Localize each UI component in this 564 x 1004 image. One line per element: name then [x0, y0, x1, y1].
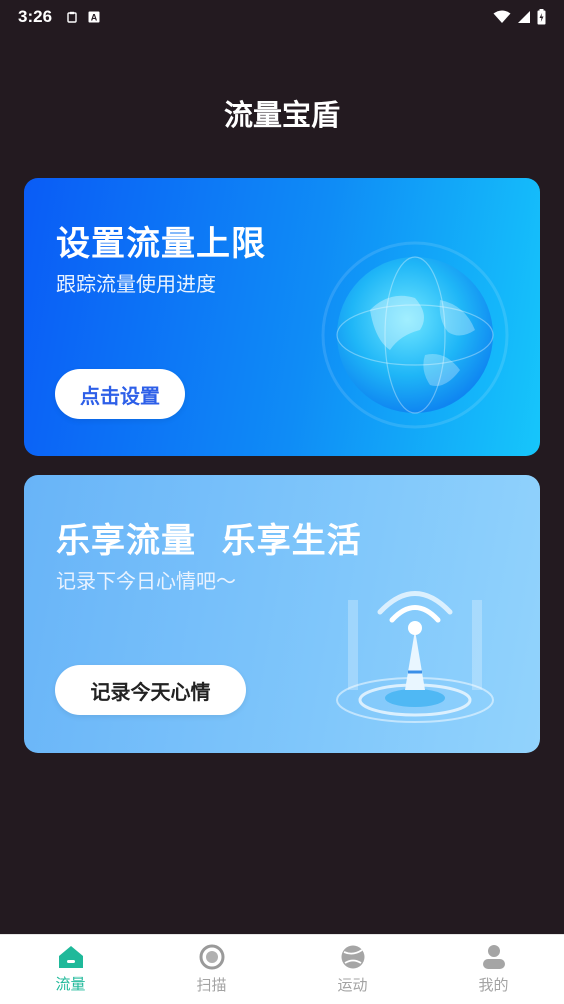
cell-signal-icon — [518, 11, 530, 23]
card-subtitle: 跟踪流量使用进度 — [56, 272, 216, 296]
tab-label: 我的 — [478, 976, 509, 994]
mood-card[interactable]: 乐享流量 乐享生活 记录下今日心情吧～ 记录今天心情 — [24, 475, 540, 753]
tab-sport[interactable]: 运动 — [282, 935, 423, 1004]
card-subtitle: 记录下今日心情吧～ — [56, 569, 236, 593]
tab-label: 扫描 — [196, 976, 227, 994]
card-title: 乐享流量 乐享生活 — [56, 521, 362, 561]
set-limit-card[interactable]: 设置流量上限 跟踪流量使用进度 点击设置 — [24, 178, 540, 456]
scan-icon — [199, 944, 224, 970]
wifi-icon — [493, 10, 511, 23]
card-title: 设置流量上限 — [56, 224, 266, 264]
battery-icon — [537, 9, 546, 25]
clipboard-icon — [67, 11, 77, 23]
status-time: 3:26 — [18, 7, 53, 26]
tab-label: 运动 — [337, 976, 368, 994]
person-icon — [482, 945, 505, 969]
globe-icon — [321, 241, 509, 429]
signal-tower-icon — [336, 591, 494, 723]
ball-icon — [341, 945, 364, 969]
a-box-icon: A — [88, 11, 100, 23]
tab-scan[interactable]: 扫描 — [141, 935, 282, 1004]
tab-mine[interactable]: 我的 — [423, 935, 564, 1004]
bottom-tab-bar: 流量 扫描 运动 我的 — [0, 934, 564, 1004]
status-bar: 3:26 A — [0, 0, 564, 34]
tab-traffic[interactable]: 流量 — [0, 935, 141, 1004]
home-icon — [58, 946, 83, 968]
svg-text:A: A — [91, 13, 98, 23]
page-title: 流量宝盾 — [223, 98, 340, 132]
record-mood-button[interactable]: 记录今天心情 — [55, 665, 246, 715]
tab-label: 流量 — [55, 975, 86, 993]
set-limit-button[interactable]: 点击设置 — [55, 369, 185, 419]
